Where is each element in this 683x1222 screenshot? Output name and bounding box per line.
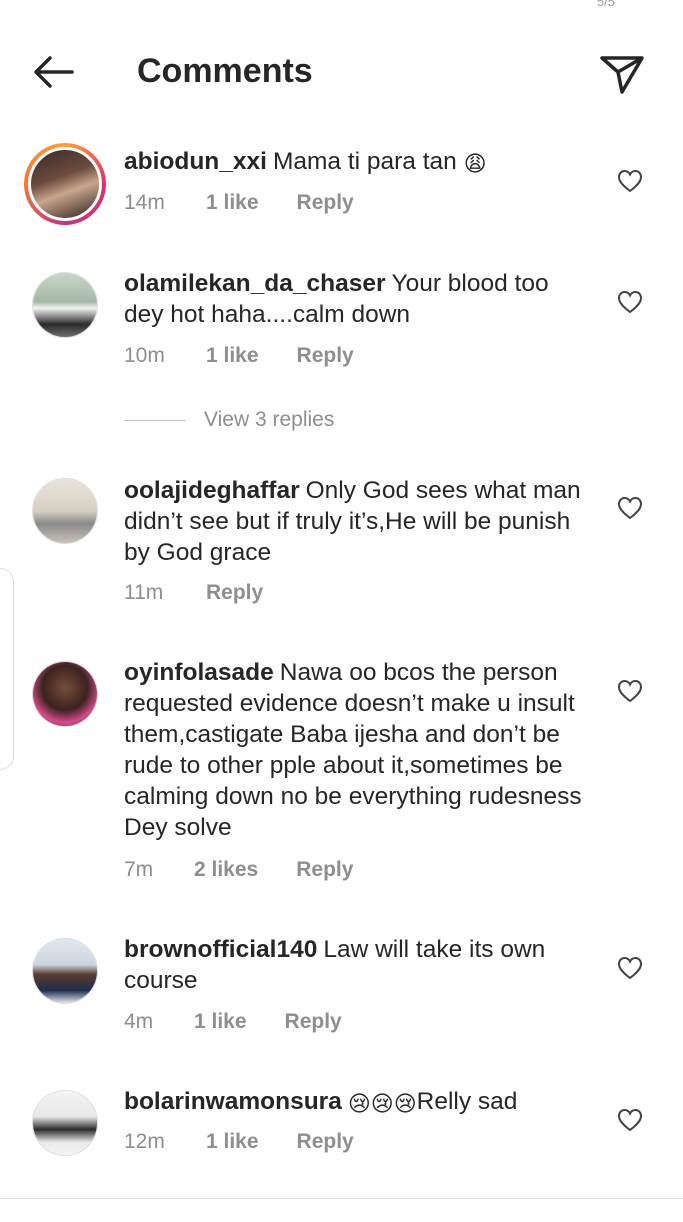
heart-outline-icon[interactable] xyxy=(617,679,643,703)
comment-meta: 14m 1 like Reply xyxy=(124,191,354,215)
replies-divider xyxy=(124,419,186,421)
comment-text: abiodun_xxi Mama ti para tan 😩 xyxy=(124,146,594,177)
comment-time: 11m xyxy=(124,581,164,604)
comment-username[interactable]: brownofficial140 xyxy=(124,936,317,963)
comment-time: 12m xyxy=(124,1130,165,1153)
comment-body: Mama ti para tan xyxy=(272,148,457,175)
comment-username[interactable]: bolarinwamonsura xyxy=(124,1088,342,1115)
comment-meta: 4m 1 like Reply xyxy=(124,1010,342,1034)
comment-likes[interactable]: 1 like xyxy=(206,191,259,215)
comment-emoji: 😩 xyxy=(463,151,487,176)
comment-time: 7m xyxy=(124,858,154,881)
comment-time: 10m xyxy=(124,344,165,367)
heart-outline-icon[interactable] xyxy=(617,496,643,520)
comment-time: 14m xyxy=(124,191,165,214)
comment-username[interactable]: oyinfolasade xyxy=(124,659,274,686)
paper-plane-icon xyxy=(600,56,644,94)
back-button[interactable] xyxy=(28,52,78,92)
comment-meta: 11m Reply xyxy=(124,581,263,605)
comment-meta: 12m 1 like Reply xyxy=(124,1130,354,1154)
avatar[interactable] xyxy=(24,143,106,225)
heart-outline-icon[interactable] xyxy=(617,290,643,314)
bottom-divider xyxy=(0,1198,683,1199)
comment-likes[interactable]: 2 likes xyxy=(194,858,258,882)
comment-emoji: 😢😢😢 xyxy=(347,1091,417,1116)
comment-text: oyinfolasade Nawa oo bcos the person requ… xyxy=(124,657,594,843)
comment-username[interactable]: abiodun_xxi xyxy=(124,148,267,175)
view-replies-label: View 3 replies xyxy=(204,408,335,431)
avatar[interactable] xyxy=(32,478,98,544)
view-replies-link[interactable]: View 3 replies xyxy=(124,408,334,432)
avatar[interactable] xyxy=(32,272,98,338)
share-button[interactable] xyxy=(598,50,646,96)
reply-button[interactable]: Reply xyxy=(297,191,354,215)
comment-text: brownofficial140 Law will take its own co… xyxy=(124,934,594,996)
comment-meta: 10m 1 like Reply xyxy=(124,344,354,368)
side-panel-handle[interactable] xyxy=(0,568,14,770)
heart-outline-icon[interactable] xyxy=(617,1108,643,1132)
avatar[interactable] xyxy=(32,1090,98,1156)
comment-body: Relly sad xyxy=(416,1088,518,1115)
reply-button[interactable]: Reply xyxy=(297,344,354,368)
comment-text: olamilekan_da_chaser Your blood too dey h… xyxy=(124,268,594,330)
comment-likes[interactable]: 1 like xyxy=(206,1130,259,1154)
comments-header: Comments xyxy=(0,0,683,140)
comment-meta: 7m 2 likes Reply xyxy=(124,858,353,882)
heart-outline-icon[interactable] xyxy=(617,956,643,980)
reply-button[interactable]: Reply xyxy=(296,858,353,882)
avatar[interactable] xyxy=(32,661,98,727)
reply-button[interactable]: Reply xyxy=(297,1130,354,1154)
arrow-left-icon xyxy=(34,56,74,88)
page-title: Comments xyxy=(137,52,313,90)
comment-username[interactable]: oolajideghaffar xyxy=(124,477,300,504)
heart-outline-icon[interactable] xyxy=(617,169,643,193)
comment-likes[interactable]: 1 like xyxy=(206,344,259,368)
comment-likes[interactable]: 1 like xyxy=(194,1010,247,1034)
avatar[interactable] xyxy=(32,938,98,1004)
reply-button[interactable]: Reply xyxy=(285,1010,342,1034)
comment-username[interactable]: olamilekan_da_chaser xyxy=(124,270,386,297)
comment-text: oolajideghaffar Only God sees what man di… xyxy=(124,475,594,568)
comment-body: Nawa oo bcos the person requested eviden… xyxy=(124,659,582,841)
comment-time: 4m xyxy=(124,1010,154,1033)
reply-button[interactable]: Reply xyxy=(206,581,263,605)
comment-text: bolarinwamonsura 😢😢😢Relly sad xyxy=(124,1086,594,1117)
